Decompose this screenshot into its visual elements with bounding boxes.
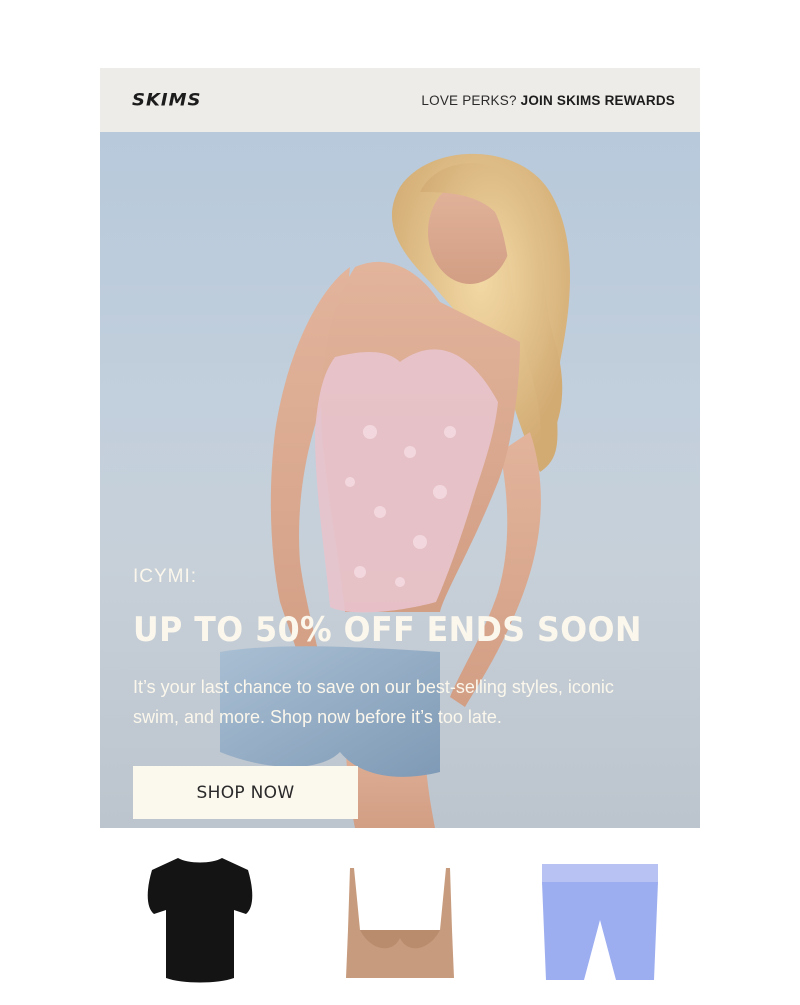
hero-headline: UP TO 50% OFF ENDS SOON xyxy=(133,610,642,650)
product-tile-bralette[interactable] xyxy=(330,850,470,1000)
hero-banner[interactable]: ICYMI: UP TO 50% OFF ENDS SOON It’s your… xyxy=(100,132,700,828)
product-row xyxy=(100,850,700,1000)
product-tile-boxer[interactable] xyxy=(530,850,670,1000)
lace-top xyxy=(315,349,498,613)
blue-boxer-shorts-icon xyxy=(542,864,658,980)
rewards-promo: LOVE PERKS? JOIN SKIMS REWARDS xyxy=(421,93,675,108)
hero-eyebrow: ICYMI: xyxy=(133,566,198,587)
nude-bralette-icon xyxy=(346,868,454,978)
product-tile-tee[interactable] xyxy=(130,850,270,1000)
join-rewards-link[interactable]: JOIN SKIMS REWARDS xyxy=(521,93,675,108)
hero-body-text: It’s your last chance to save on our bes… xyxy=(133,677,614,727)
shop-now-button[interactable]: SHOP NOW xyxy=(133,766,358,819)
email-container: SKIMS LOVE PERKS? JOIN SKIMS REWARDS ICY… xyxy=(100,68,700,828)
rewards-prefix: LOVE PERKS? xyxy=(421,92,521,108)
skims-logo[interactable]: SKIMS xyxy=(132,90,202,110)
email-header: SKIMS LOVE PERKS? JOIN SKIMS REWARDS xyxy=(100,68,700,132)
black-tee-icon xyxy=(147,858,253,983)
